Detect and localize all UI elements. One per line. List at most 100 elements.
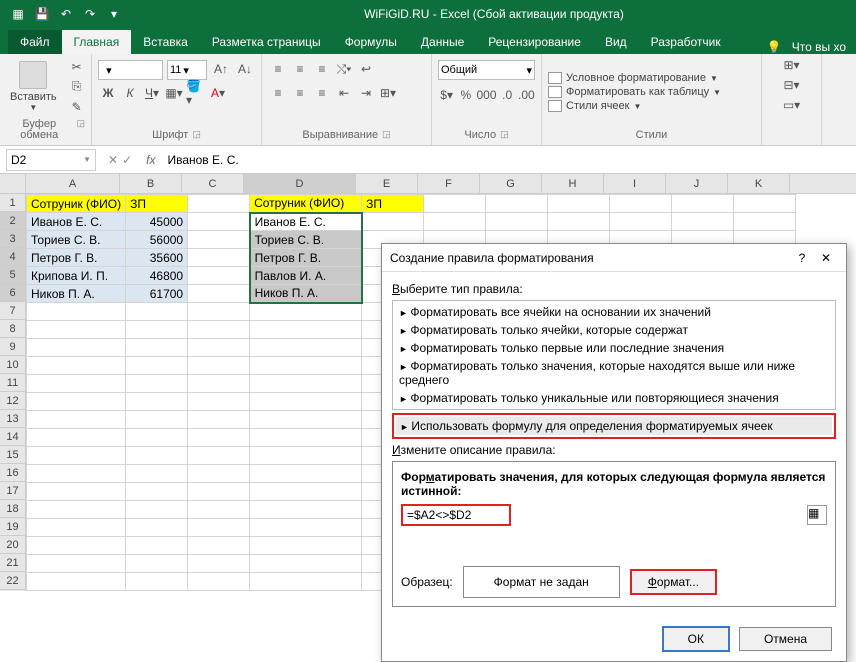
cell[interactable] (672, 195, 734, 213)
cell[interactable] (27, 303, 126, 321)
font-launcher-icon[interactable]: ◲ (192, 130, 201, 141)
cell[interactable]: Ников П. А. (27, 285, 126, 303)
align-bottom-icon[interactable]: ≡ (312, 60, 332, 78)
shrink-font-icon[interactable]: A↓ (235, 60, 255, 78)
cell[interactable] (188, 447, 250, 465)
range-selector-icon[interactable]: ▦ (807, 505, 827, 525)
rule-type-item[interactable]: Форматировать только уникальные или повт… (395, 389, 833, 407)
cell[interactable] (188, 321, 250, 339)
cell[interactable] (424, 213, 486, 231)
cell[interactable] (126, 339, 188, 357)
decrease-indent-icon[interactable]: ⇤ (334, 84, 354, 102)
row-header[interactable]: 19 (0, 518, 26, 536)
row-header[interactable]: 14 (0, 428, 26, 446)
cell[interactable] (27, 537, 126, 555)
cell[interactable] (188, 465, 250, 483)
name-box[interactable]: D2▼ (6, 149, 96, 171)
row-header[interactable]: 18 (0, 500, 26, 518)
cell[interactable]: 45000 (126, 213, 188, 231)
cell[interactable] (188, 483, 250, 501)
cell[interactable]: Ториев С. В. (27, 231, 126, 249)
cell[interactable] (188, 519, 250, 537)
save-icon[interactable]: 💾 (32, 4, 52, 24)
cell[interactable] (188, 195, 250, 213)
cell[interactable] (27, 357, 126, 375)
row-header[interactable]: 3 (0, 230, 26, 248)
format-cells-icon[interactable]: ▭▾ (782, 96, 802, 114)
cell[interactable] (126, 393, 188, 411)
tab-review[interactable]: Рецензирование (476, 30, 593, 54)
tell-me-label[interactable]: Что вы хо (792, 40, 846, 54)
font-size-select[interactable]: 11▾ (167, 60, 207, 80)
cell[interactable]: 46800 (126, 267, 188, 285)
col-header[interactable]: K (728, 174, 790, 193)
comma-icon[interactable]: 000 (477, 86, 497, 104)
cell[interactable] (27, 321, 126, 339)
cell[interactable] (250, 573, 362, 591)
undo-icon[interactable]: ↶ (56, 4, 76, 24)
cell[interactable] (188, 573, 250, 591)
rule-type-item[interactable]: Форматировать только ячейки, которые сод… (395, 321, 833, 339)
italic-icon[interactable]: К (120, 84, 140, 102)
row-header[interactable]: 8 (0, 320, 26, 338)
number-format-select[interactable]: Общий▾ (438, 60, 535, 80)
cell[interactable] (548, 213, 610, 231)
row-header[interactable]: 16 (0, 464, 26, 482)
cell[interactable] (126, 429, 188, 447)
cell[interactable] (610, 195, 672, 213)
number-launcher-icon[interactable]: ◲ (500, 130, 509, 141)
cell[interactable] (188, 249, 250, 267)
cell[interactable] (27, 375, 126, 393)
cancel-button[interactable]: Отмена (739, 627, 832, 651)
col-header[interactable]: I (604, 174, 666, 193)
tell-me-icon[interactable]: 💡 (767, 40, 782, 54)
help-icon[interactable]: ? (790, 251, 814, 265)
cell[interactable] (486, 213, 548, 231)
qat-dropdown-icon[interactable]: ▾ (104, 4, 124, 24)
cell[interactable] (27, 555, 126, 573)
row-header[interactable]: 6 (0, 284, 26, 302)
paste-button[interactable]: Вставить ▼ (6, 59, 61, 114)
cell[interactable] (250, 429, 362, 447)
tab-layout[interactable]: Разметка страницы (200, 30, 333, 54)
row-header[interactable]: 5 (0, 266, 26, 284)
cell[interactable]: Иванов Е. С. (27, 213, 126, 231)
row-header[interactable]: 1 (0, 194, 26, 212)
cell[interactable] (250, 411, 362, 429)
merge-icon[interactable]: ⊞▾ (378, 84, 398, 102)
row-header[interactable]: 15 (0, 446, 26, 464)
cell[interactable] (126, 519, 188, 537)
cell[interactable] (250, 321, 362, 339)
cell[interactable] (188, 285, 250, 303)
cell[interactable] (27, 573, 126, 591)
col-header[interactable]: C (182, 174, 244, 193)
row-header[interactable]: 2 (0, 212, 26, 230)
align-right-icon[interactable]: ≡ (312, 84, 332, 102)
ok-button[interactable]: ОК (663, 627, 729, 651)
col-header[interactable]: J (666, 174, 728, 193)
conditional-formatting-button[interactable]: Условное форматирование ▼ (548, 72, 721, 84)
tab-home[interactable]: Главная (62, 30, 132, 54)
rule-type-item[interactable]: Форматировать только первые или последни… (395, 339, 833, 357)
cell[interactable] (250, 465, 362, 483)
cell[interactable]: Иванов Е. С. (250, 213, 362, 231)
tab-insert[interactable]: Вставка (131, 30, 200, 54)
cell[interactable] (734, 195, 796, 213)
format-painter-icon[interactable]: ✎ (67, 98, 87, 116)
cell[interactable] (126, 483, 188, 501)
cell[interactable] (188, 429, 250, 447)
cell[interactable]: Ников П. А. (250, 285, 362, 303)
grow-font-icon[interactable]: A↑ (211, 60, 231, 78)
cell[interactable] (188, 339, 250, 357)
fill-color-icon[interactable]: 🪣▾ (186, 84, 206, 102)
cell[interactable] (27, 501, 126, 519)
cell[interactable] (27, 483, 126, 501)
row-header[interactable]: 20 (0, 536, 26, 554)
cell[interactable] (188, 501, 250, 519)
cell[interactable] (27, 393, 126, 411)
wrap-text-icon[interactable]: ↩ (356, 60, 376, 78)
redo-icon[interactable]: ↷ (80, 4, 100, 24)
tab-file[interactable]: Файл (8, 30, 62, 54)
cut-icon[interactable]: ✂ (67, 58, 87, 76)
border-icon[interactable]: ▦▾ (164, 84, 184, 102)
